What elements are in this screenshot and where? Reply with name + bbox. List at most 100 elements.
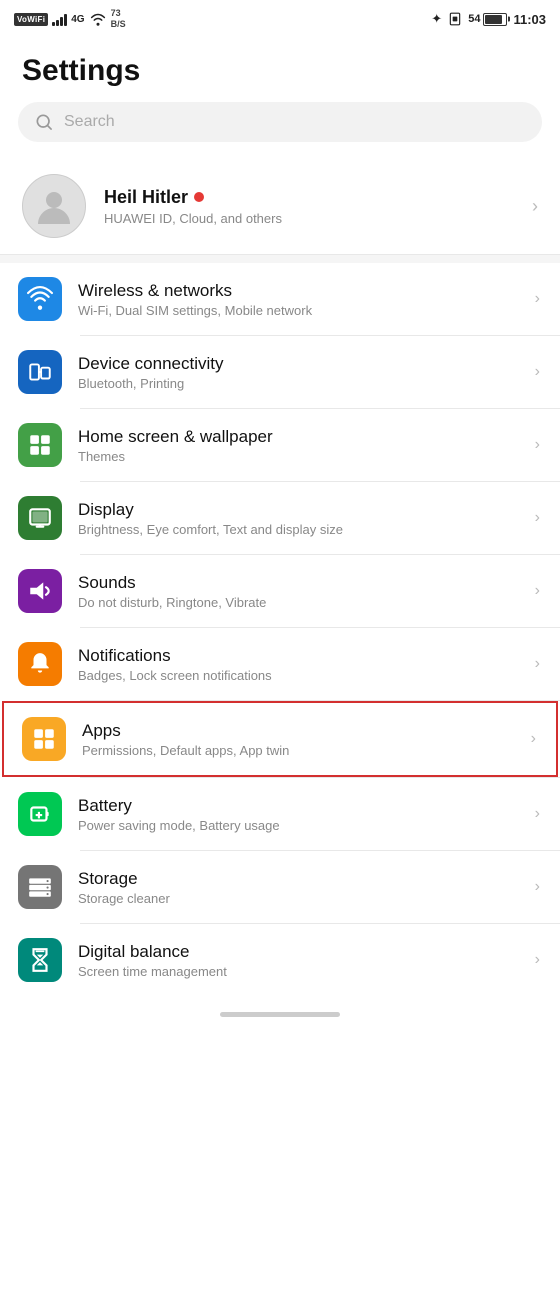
sound-icon (27, 578, 53, 604)
wifi-icon (27, 286, 53, 312)
settings-item-apps[interactable]: Apps Permissions, Default apps, App twin… (2, 701, 558, 777)
device-icon-box (18, 350, 62, 394)
settings-item-display[interactable]: Display Brightness, Eye comfort, Text an… (0, 482, 560, 554)
profile-chevron-icon: › (532, 196, 538, 217)
profile-info: Heil Hitler HUAWEI ID, Cloud, and others (104, 187, 514, 226)
homescreen-chevron: › (535, 436, 540, 454)
digitalbalance-title: Digital balance (78, 942, 519, 962)
digitalbalance-subtitle: Screen time management (78, 964, 519, 979)
wireless-title: Wireless & networks (78, 281, 519, 301)
battery-indicator: 54 (468, 13, 507, 26)
vowifi-label: VoWiFi (14, 13, 48, 26)
digitalbalance-chevron: › (535, 951, 540, 969)
storage-subtitle: Storage cleaner (78, 891, 519, 906)
storage-icon-box (18, 865, 62, 909)
notifications-title: Notifications (78, 646, 519, 666)
sounds-chevron: › (535, 582, 540, 600)
storage-icon (27, 874, 53, 900)
avatar-person-icon (34, 186, 74, 226)
settings-list: Wireless & networks Wi-Fi, Dual SIM sett… (0, 263, 560, 996)
sounds-title: Sounds (78, 573, 519, 593)
home-indicator (0, 996, 560, 1027)
settings-item-battery[interactable]: Battery Power saving mode, Battery usage… (0, 778, 560, 850)
status-bar: VoWiFi 4G 73B/S ✦ 54 11:03 (0, 0, 560, 36)
settings-item-sounds[interactable]: Sounds Do not disturb, Ringtone, Vibrate… (0, 555, 560, 627)
battery-subtitle: Power saving mode, Battery usage (78, 818, 519, 833)
profile-subtitle: HUAWEI ID, Cloud, and others (104, 211, 514, 226)
settings-item-device[interactable]: Device connectivity Bluetooth, Printing … (0, 336, 560, 408)
wifi-status-icon (89, 12, 107, 26)
page-title: Settings (0, 36, 560, 102)
digitalbalance-text: Digital balance Screen time management (78, 942, 519, 979)
homescreen-subtitle: Themes (78, 449, 519, 464)
device-text: Device connectivity Bluetooth, Printing (78, 354, 519, 391)
battery-chevron: › (535, 805, 540, 823)
homescreen-text: Home screen & wallpaper Themes (78, 427, 519, 464)
device-title: Device connectivity (78, 354, 519, 374)
display-title: Display (78, 500, 519, 520)
status-left: VoWiFi 4G 73B/S (14, 8, 126, 30)
digitalbalance-icon-box (18, 938, 62, 982)
wireless-chevron: › (535, 290, 540, 308)
apps-grid-icon (31, 726, 57, 752)
home-bar (220, 1012, 340, 1017)
sounds-subtitle: Do not disturb, Ringtone, Vibrate (78, 595, 519, 610)
display-text: Display Brightness, Eye comfort, Text an… (78, 500, 519, 537)
search-icon (34, 112, 54, 132)
apps-chevron: › (531, 730, 536, 748)
settings-item-homescreen[interactable]: Home screen & wallpaper Themes › (0, 409, 560, 481)
profile-name: Heil Hitler (104, 187, 188, 208)
avatar (22, 174, 86, 238)
section-divider (0, 255, 560, 263)
search-placeholder: Search (64, 113, 115, 131)
wireless-text: Wireless & networks Wi-Fi, Dual SIM sett… (78, 281, 519, 318)
battery-percent: 54 (468, 13, 480, 25)
notifications-subtitle: Badges, Lock screen notifications (78, 668, 519, 683)
battery-icon (483, 13, 507, 26)
apps-icon-box (22, 717, 66, 761)
settings-item-storage[interactable]: Storage Storage cleaner › (0, 851, 560, 923)
device-connectivity-icon (27, 359, 53, 385)
speed-label: 73B/S (111, 8, 126, 30)
apps-text: Apps Permissions, Default apps, App twin (82, 721, 515, 758)
notifications-chevron: › (535, 655, 540, 673)
bluetooth-icon: ✦ (431, 11, 442, 27)
settings-item-digitalbalance[interactable]: Digital balance Screen time management › (0, 924, 560, 996)
display-chevron: › (535, 509, 540, 527)
online-indicator (194, 192, 204, 202)
notifications-text: Notifications Badges, Lock screen notifi… (78, 646, 519, 683)
storage-title: Storage (78, 869, 519, 889)
display-icon (27, 505, 53, 531)
search-bar[interactable]: Search (18, 102, 542, 142)
bell-icon (27, 651, 53, 677)
storage-chevron: › (535, 878, 540, 896)
homescreen-icon (27, 432, 53, 458)
homescreen-icon-box (18, 423, 62, 467)
battery-settings-icon (27, 801, 53, 827)
sim-icon (448, 12, 462, 26)
settings-item-wireless[interactable]: Wireless & networks Wi-Fi, Dual SIM sett… (0, 263, 560, 335)
battery-icon-box (18, 792, 62, 836)
network-type: 4G (71, 14, 84, 25)
homescreen-title: Home screen & wallpaper (78, 427, 519, 447)
battery-text: Battery Power saving mode, Battery usage (78, 796, 519, 833)
apps-title: Apps (82, 721, 515, 741)
notifications-icon-box (18, 642, 62, 686)
hourglass-icon (27, 947, 53, 973)
apps-subtitle: Permissions, Default apps, App twin (82, 743, 515, 758)
display-subtitle: Brightness, Eye comfort, Text and displa… (78, 522, 519, 537)
device-chevron: › (535, 363, 540, 381)
device-subtitle: Bluetooth, Printing (78, 376, 519, 391)
signal-bars (52, 12, 67, 26)
status-right: ✦ 54 11:03 (431, 11, 546, 27)
sounds-icon-box (18, 569, 62, 613)
wireless-subtitle: Wi-Fi, Dual SIM settings, Mobile network (78, 303, 519, 318)
battery-title: Battery (78, 796, 519, 816)
profile-section[interactable]: Heil Hitler HUAWEI ID, Cloud, and others… (0, 158, 560, 255)
settings-item-notifications[interactable]: Notifications Badges, Lock screen notifi… (0, 628, 560, 700)
clock: 11:03 (513, 12, 546, 27)
sounds-text: Sounds Do not disturb, Ringtone, Vibrate (78, 573, 519, 610)
storage-text: Storage Storage cleaner (78, 869, 519, 906)
display-icon-box (18, 496, 62, 540)
wireless-icon-box (18, 277, 62, 321)
